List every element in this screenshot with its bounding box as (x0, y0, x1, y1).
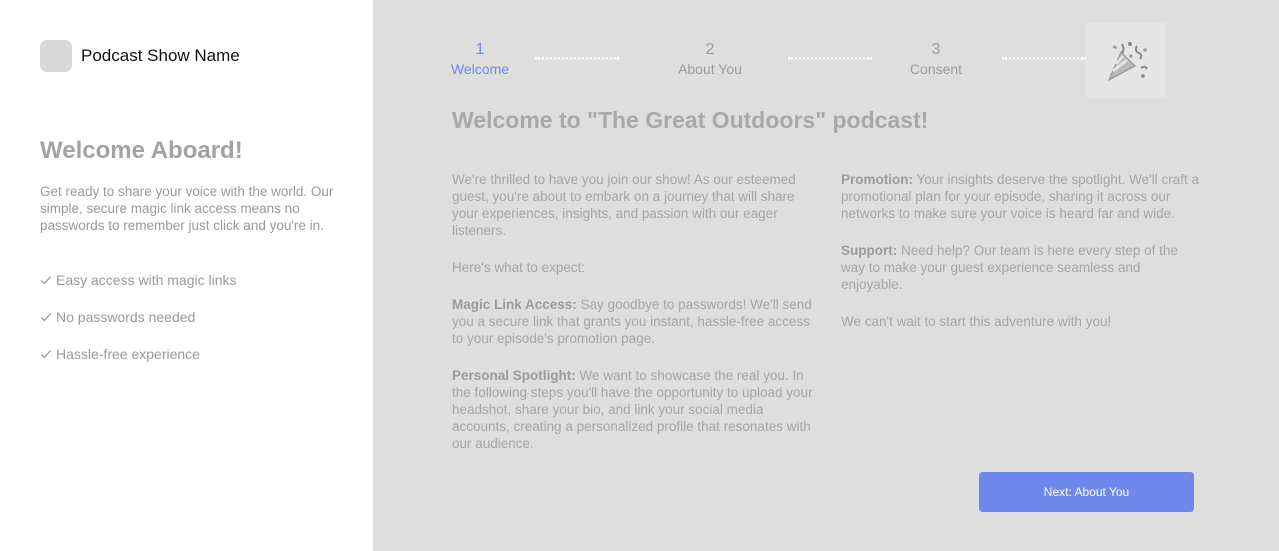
expect-paragraph: Here's what to expect: (452, 260, 586, 275)
support-paragraph: Support: Need help? Our team is here eve… (841, 242, 1203, 293)
step-number: 2 (705, 41, 715, 58)
checkmark-icon (41, 349, 51, 358)
step-about-you[interactable]: 2 About You (670, 40, 750, 78)
intro-paragraph: We're thrilled to have you join our show… (452, 172, 796, 238)
step-number: 1 (475, 41, 485, 58)
step-welcome[interactable]: 1 Welcome (445, 40, 515, 78)
page-title: Welcome to "The Great Outdoors" podcast! (452, 107, 929, 133)
magic-link-heading: Magic Link Access: (452, 297, 577, 312)
checkmark-icon (41, 312, 51, 321)
feature-item: Hassle-free experience (40, 345, 237, 362)
step-complete[interactable] (1086, 23, 1166, 98)
step-connector (788, 57, 872, 60)
sidebar: Podcast Show Name Welcome Aboard! Get re… (0, 0, 373, 551)
feature-list: Easy access with magic links No password… (40, 271, 237, 382)
spotlight-heading: Personal Spotlight: (452, 368, 576, 383)
promotion-paragraph: Promotion: Your insights deserve the spo… (841, 171, 1203, 222)
feature-label: Hassle-free experience (56, 345, 200, 362)
next-about-you-button[interactable]: Next: About You (979, 472, 1194, 512)
feature-label: No passwords needed (56, 308, 196, 325)
feature-label: Easy access with magic links (56, 271, 237, 288)
feature-item: Easy access with magic links (40, 271, 237, 288)
step-consent[interactable]: 3 Consent (901, 40, 971, 78)
closing-paragraph: We can't wait to start this adventure wi… (841, 314, 1112, 329)
checkmark-icon (41, 275, 51, 284)
feature-item: No passwords needed (40, 308, 237, 325)
promotion-heading: Promotion: (841, 172, 913, 187)
sidebar-description: Get ready to share your voice with the w… (40, 184, 334, 233)
main-panel: 1 Welcome 2 About You 3 Consent Welcome … (373, 0, 1279, 551)
sidebar-title: Welcome Aboard! (40, 137, 243, 164)
brand: Podcast Show Name (40, 40, 240, 72)
step-number: 3 (931, 41, 941, 58)
magic-link-paragraph: Magic Link Access: Say goodbye to passwo… (452, 296, 814, 347)
content-right-column: Promotion: Your insights deserve the spo… (841, 171, 1203, 350)
brand-name: Podcast Show Name (81, 46, 240, 65)
step-label: About You (678, 61, 742, 77)
spotlight-paragraph: Personal Spotlight: We want to showcase … (452, 367, 814, 452)
brand-logo (40, 40, 72, 72)
step-connector (1002, 57, 1086, 60)
step-label: Consent (909, 61, 963, 77)
party-popper-icon (1107, 41, 1148, 81)
support-heading: Support: (841, 243, 898, 258)
content-left-column: We're thrilled to have you join our show… (452, 171, 814, 472)
step-label: Welcome (450, 61, 510, 77)
step-connector (535, 57, 619, 60)
